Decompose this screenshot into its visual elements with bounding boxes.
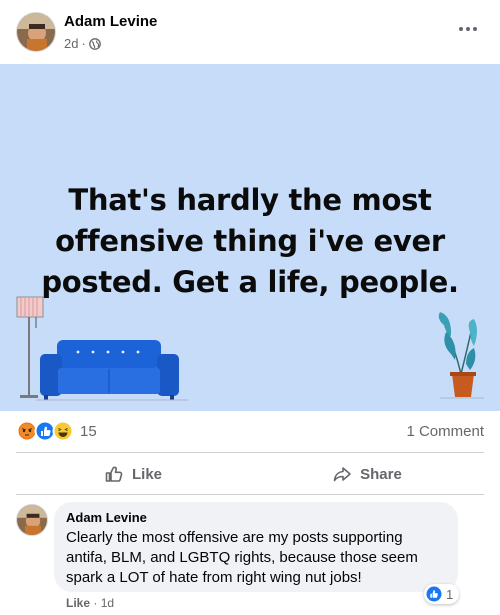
thumbs-up-icon <box>105 466 123 482</box>
post-header: Adam Levine 2d · <box>0 0 500 64</box>
like-icon <box>426 586 442 602</box>
potted-plant-icon <box>438 312 484 399</box>
divider <box>16 452 484 453</box>
reactions-summary: 15 1 Comment <box>16 420 484 444</box>
angry-icon <box>16 420 38 442</box>
post-meta: 2d · <box>64 36 101 51</box>
reaction-count[interactable]: 15 <box>80 423 97 440</box>
divider <box>16 494 484 495</box>
comment-separator: · <box>93 596 98 610</box>
sofa-icon <box>36 340 188 401</box>
post-card: That's hardly the most offensive thing i… <box>0 64 500 411</box>
share-button[interactable]: Share <box>250 456 484 492</box>
comment-text: Clearly the most offensive are my posts … <box>66 529 418 586</box>
comment-reaction-count: 1 <box>446 586 454 602</box>
post-card-text: That's hardly the most offensive thing i… <box>41 183 459 299</box>
reaction-icons[interactable] <box>16 420 74 442</box>
comment-bubble: Adam Levine Clearly the most offensive a… <box>54 502 458 592</box>
haha-icon <box>52 420 74 442</box>
globe-icon <box>88 37 101 50</box>
commenter-avatar[interactable] <box>16 504 48 536</box>
comment: Adam Levine Clearly the most offensive a… <box>16 502 484 612</box>
like-label: Like <box>131 465 162 483</box>
like-button[interactable]: Like <box>16 456 250 492</box>
comment-like-link[interactable]: Like <box>66 596 90 610</box>
comment-actions: Like · 1d <box>66 596 114 610</box>
floor-lamp-icon <box>16 296 44 398</box>
comment-reactions[interactable]: 1 <box>424 584 460 604</box>
commenter-name[interactable]: Adam Levine <box>66 510 446 526</box>
comment-count[interactable]: 1 Comment <box>406 423 484 440</box>
share-icon <box>333 467 351 482</box>
post-time[interactable]: 2d <box>64 36 78 51</box>
author-avatar[interactable] <box>16 12 56 52</box>
comment-time[interactable]: 1d <box>101 596 114 610</box>
meta-separator: · <box>81 36 86 51</box>
share-label: Share <box>360 465 402 483</box>
author-name[interactable]: Adam Levine <box>64 13 157 30</box>
more-options-icon[interactable] <box>454 18 482 40</box>
action-row: Like Share <box>16 456 484 492</box>
like-icon <box>34 420 56 442</box>
